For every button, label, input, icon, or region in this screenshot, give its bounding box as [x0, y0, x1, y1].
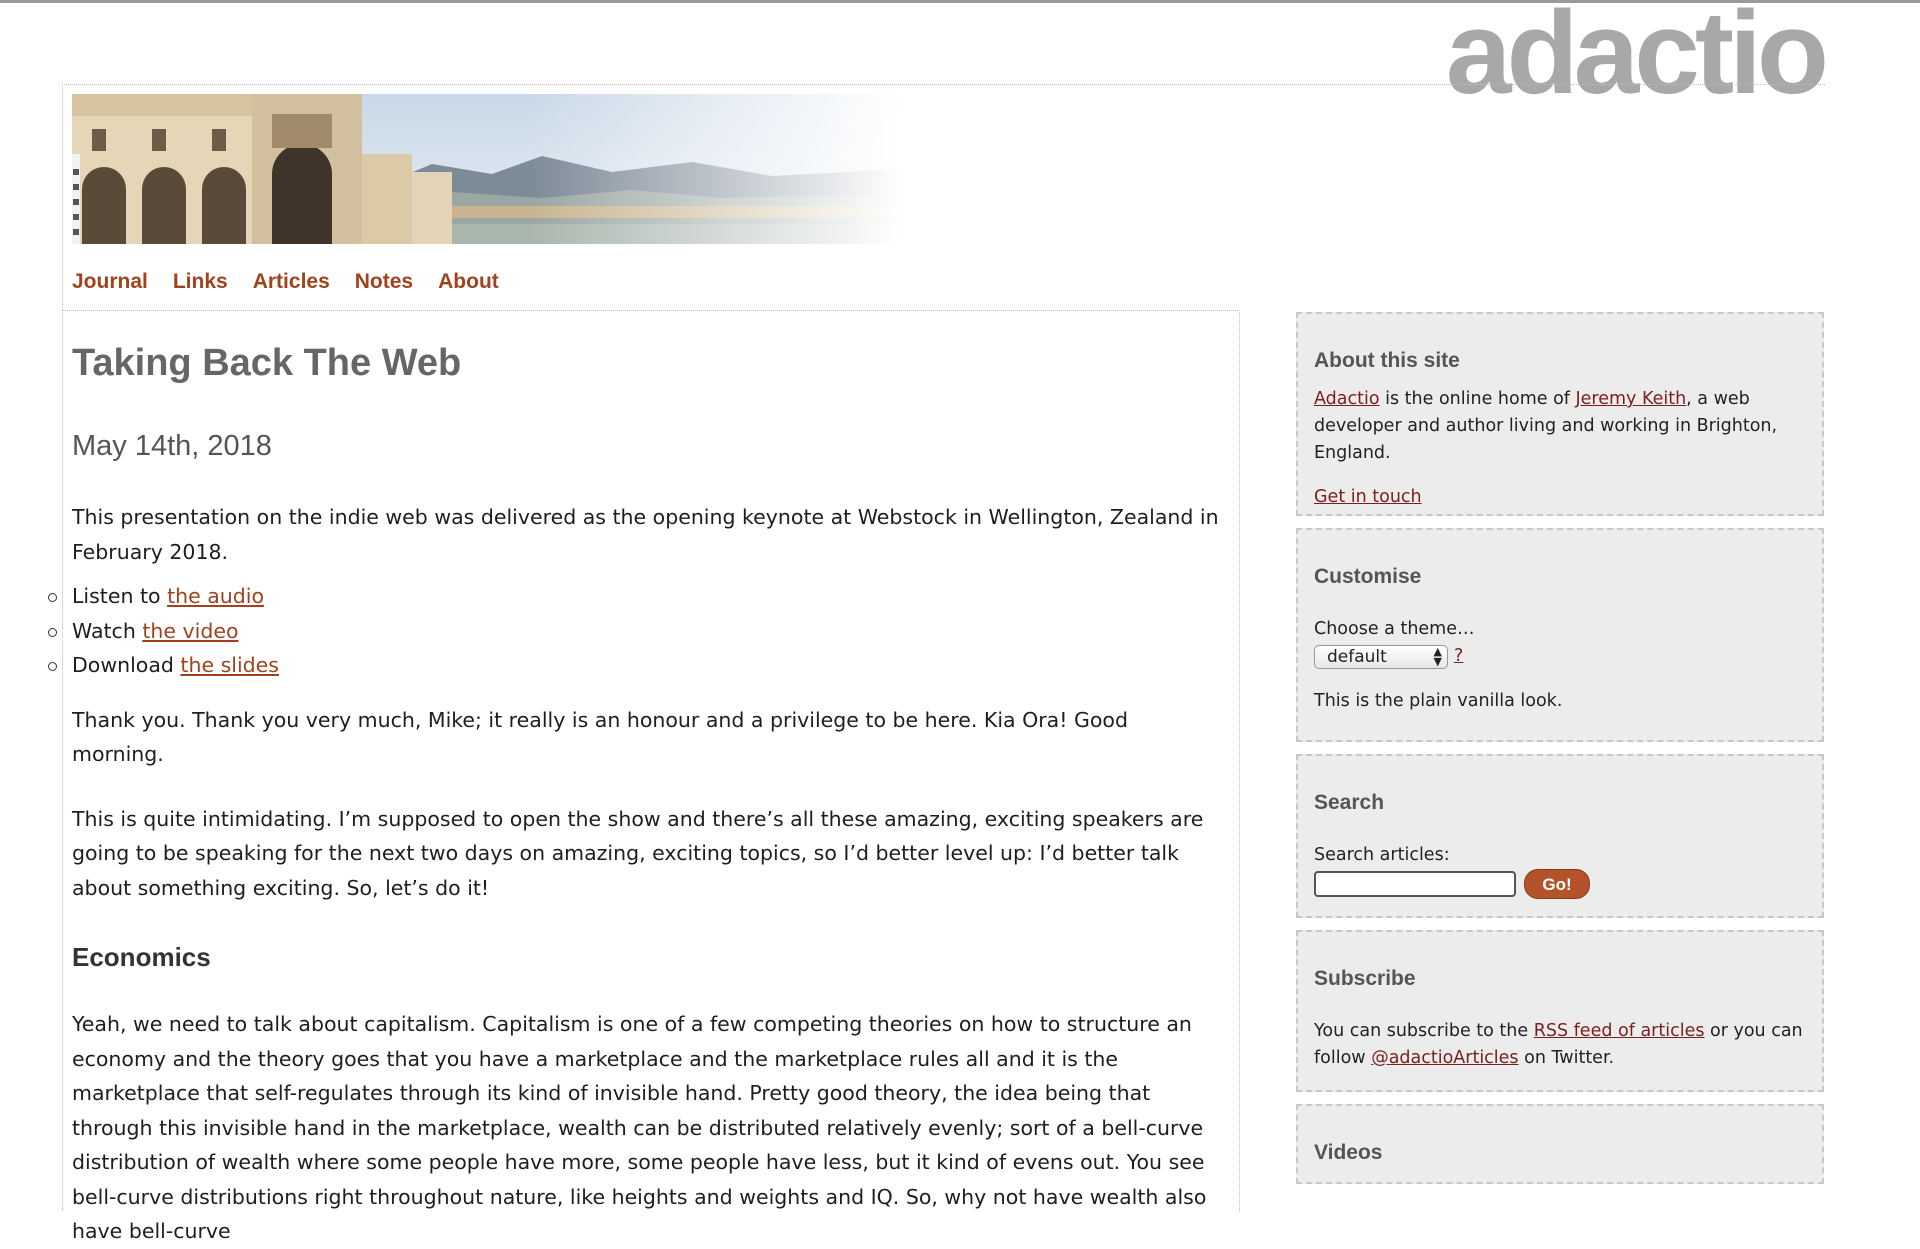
list-item: Download the slides — [48, 648, 1222, 683]
theme-help-link[interactable]: ? — [1454, 643, 1463, 670]
nav-about[interactable]: About — [438, 270, 499, 294]
search-go-button[interactable]: Go! — [1524, 869, 1590, 899]
contact-link[interactable]: Get in touch — [1314, 487, 1422, 507]
video-link[interactable]: the video — [142, 619, 238, 643]
about-text-mid: is the online home of — [1379, 389, 1576, 409]
list-item: Listen to the audio — [48, 579, 1222, 614]
select-arrows-icon: ▲ ▼ — [1433, 644, 1442, 668]
subscribe-text: You can subscribe to the RSS feed of art… — [1314, 1018, 1806, 1072]
theme-label: Choose a theme… — [1314, 619, 1475, 639]
nav-notes[interactable]: Notes — [355, 270, 413, 294]
about-heading: About this site — [1314, 349, 1460, 372]
list-item-prefix: Download — [72, 653, 181, 677]
nav-journal[interactable]: Journal — [72, 270, 148, 294]
search-heading: Search — [1314, 791, 1385, 814]
search-label: Search articles: — [1314, 845, 1450, 865]
videos-heading: Videos — [1314, 1141, 1383, 1164]
search-input[interactable] — [1314, 871, 1516, 897]
twitter-link[interactable]: @adactioArticles — [1371, 1048, 1518, 1068]
list-item-prefix: Listen to — [72, 584, 168, 608]
about-box: About this site Adactio is the online ho… — [1296, 312, 1824, 516]
subscribe-text-end: on Twitter. — [1518, 1048, 1615, 1068]
rss-link[interactable]: RSS feed of articles — [1534, 1021, 1705, 1041]
site-link[interactable]: Adactio — [1314, 389, 1380, 409]
nav-links[interactable]: Links — [173, 270, 228, 294]
subscribe-text-start: You can subscribe to the — [1314, 1021, 1534, 1041]
slides-link[interactable]: the slides — [180, 653, 279, 677]
theme-select-value: default — [1327, 646, 1387, 667]
list-item: Watch the video — [48, 614, 1222, 649]
article-paragraph: This is quite intimidating. I’m supposed… — [72, 806, 1204, 900]
article-paragraph: Yeah, we need to talk about capitalism. … — [72, 1012, 1207, 1243]
resource-list: Listen to the audio Watch the video Down… — [48, 579, 1222, 683]
theme-note: This is the plain vanilla look. — [1314, 691, 1563, 711]
subscribe-heading: Subscribe — [1314, 967, 1416, 990]
list-item-prefix: Watch — [72, 618, 143, 643]
about-text: Adactio is the online home of Jeremy Kei… — [1314, 386, 1806, 467]
customise-box: Customise Choose a theme… default ▲ ▼ ? T… — [1296, 528, 1824, 742]
sidebar: About this site Adactio is the online ho… — [1296, 312, 1824, 1196]
author-link[interactable]: Jeremy Keith — [1576, 389, 1687, 409]
header-banner-image — [72, 94, 902, 244]
audio-link[interactable]: the audio — [167, 584, 264, 608]
main-nav: Journal Links Articles Notes About — [72, 270, 499, 294]
search-box: Search Search articles: Go! — [1296, 754, 1824, 918]
subscribe-box: Subscribe You can subscribe to the RSS f… — [1296, 930, 1824, 1092]
section-heading: Economics — [72, 942, 211, 972]
theme-select[interactable]: default ▲ ▼ — [1314, 644, 1448, 669]
article-date: May 14th, 2018 — [72, 430, 272, 462]
article: Taking Back The Web May 14th, 2018 This … — [48, 340, 1222, 1249]
customise-heading: Customise — [1314, 565, 1422, 588]
article-paragraph: Thank you. Thank you very much, Mike; it… — [72, 707, 1128, 767]
nav-articles[interactable]: Articles — [253, 270, 330, 294]
article-intro: This presentation on the indie web was d… — [72, 505, 1219, 564]
videos-box: Videos — [1296, 1104, 1824, 1184]
article-title: Taking Back The Web — [72, 342, 462, 384]
